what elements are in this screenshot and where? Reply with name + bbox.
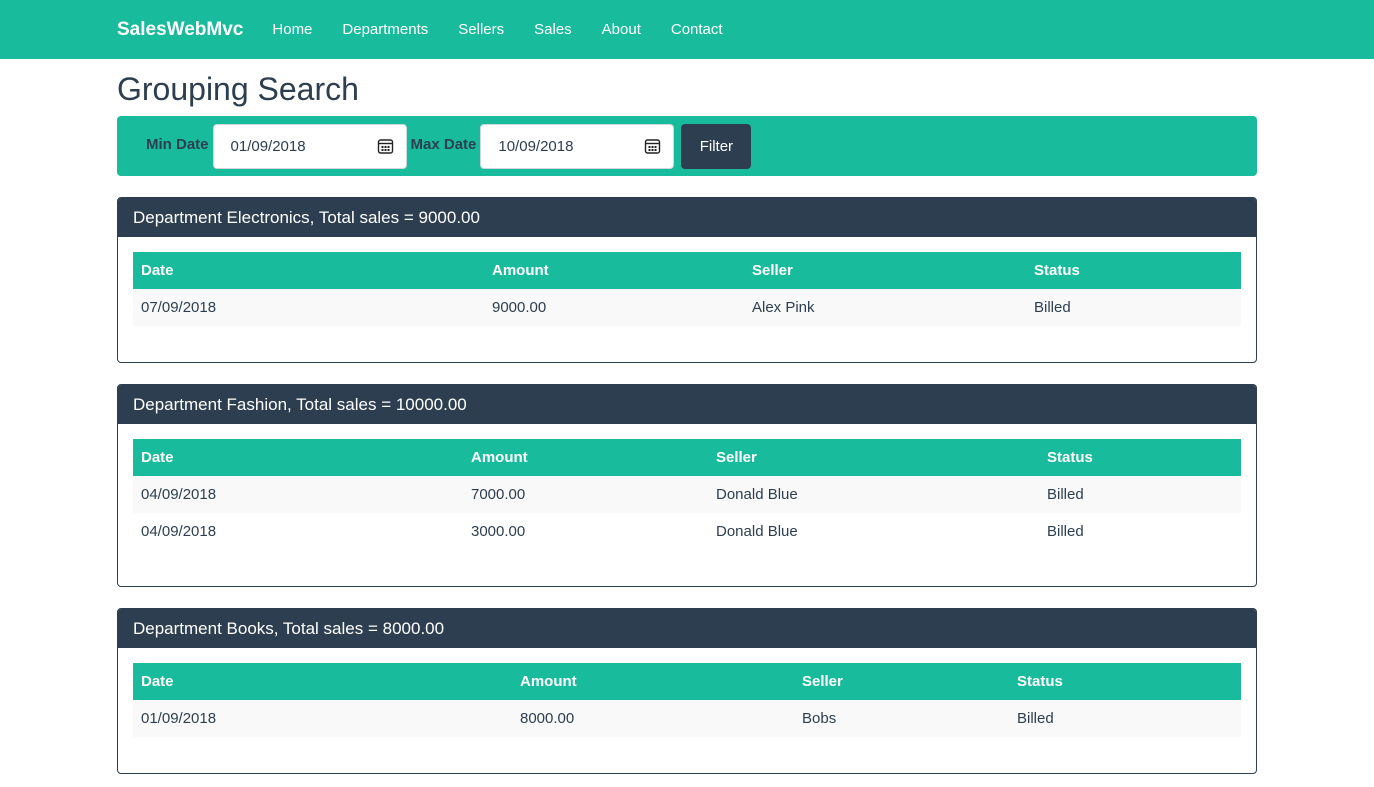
header-date: Date — [141, 262, 174, 279]
table-row: 04/09/2018 3000.00 Donald Blue Billed — [133, 513, 1241, 550]
nav-link-sales[interactable]: Sales — [519, 21, 587, 38]
page-title: Grouping Search — [117, 71, 359, 107]
filter-button[interactable]: Filter — [681, 123, 752, 169]
cell-date: 07/09/2018 — [141, 299, 217, 316]
cell-status: Billed — [1047, 523, 1084, 540]
panel-heading: Department Books, Total sales = 8000.00 — [118, 609, 1256, 648]
calendar-icon[interactable] — [377, 138, 394, 154]
cell-amount: 7000.00 — [471, 486, 526, 503]
cell-seller: Donald Blue — [716, 523, 798, 540]
department-panel: Department Electronics, Total sales = 90… — [117, 197, 1257, 363]
cell-seller: Alex Pink — [752, 299, 815, 316]
min-date-input[interactable]: 01/09/2018 — [212, 123, 407, 169]
min-date-value: 01/09/2018 — [230, 137, 306, 155]
main-container: Grouping Search Min Date 01/09/2018 Max … — [117, 59, 1257, 774]
nav-link-home[interactable]: Home — [257, 21, 327, 38]
cell-date: 04/09/2018 — [141, 523, 217, 540]
filter-form: Min Date 01/09/2018 Max Date 10/09/2018 … — [117, 116, 1257, 176]
header-amount: Amount — [492, 262, 549, 279]
sales-table: Date Amount Seller Status 07/09/2018 900… — [133, 252, 1241, 326]
table-header-row: Date Amount Seller Status — [133, 252, 1241, 289]
table-row: 01/09/2018 8000.00 Bobs Billed — [133, 700, 1241, 737]
nav-link-about[interactable]: About — [587, 21, 656, 38]
table-header-row: Date Amount Seller Status — [133, 439, 1241, 476]
cell-status: Billed — [1047, 486, 1084, 503]
panel-body: Date Amount Seller Status 07/09/2018 900… — [118, 237, 1256, 362]
header-seller: Seller — [802, 673, 843, 690]
cell-status: Billed — [1034, 299, 1071, 316]
max-date-value: 10/09/2018 — [498, 137, 574, 155]
header-seller: Seller — [716, 449, 757, 466]
panel-body: Date Amount Seller Status 04/09/2018 700… — [118, 424, 1256, 586]
nav-link-sellers[interactable]: Sellers — [443, 21, 519, 38]
table-header-row: Date Amount Seller Status — [133, 663, 1241, 700]
department-panel: Department Fashion, Total sales = 10000.… — [117, 384, 1257, 587]
max-date-input[interactable]: 10/09/2018 — [480, 123, 675, 169]
nav-link-contact[interactable]: Contact — [656, 21, 738, 38]
sales-table: Date Amount Seller Status 04/09/2018 700… — [133, 439, 1241, 550]
header-amount: Amount — [471, 449, 528, 466]
cell-amount: 3000.00 — [471, 523, 526, 540]
header-status: Status — [1047, 449, 1093, 466]
cell-amount: 9000.00 — [492, 299, 547, 316]
cell-amount: 8000.00 — [520, 710, 575, 727]
cell-seller: Donald Blue — [716, 486, 798, 503]
header-seller: Seller — [752, 262, 793, 279]
panel-body: Date Amount Seller Status 01/09/2018 800… — [118, 648, 1256, 773]
department-panel: Department Books, Total sales = 8000.00 … — [117, 608, 1257, 774]
header-status: Status — [1034, 262, 1080, 279]
table-row: 04/09/2018 7000.00 Donald Blue Billed — [133, 476, 1241, 513]
panel-heading: Department Fashion, Total sales = 10000.… — [118, 385, 1256, 424]
header-date: Date — [141, 449, 174, 466]
cell-date: 01/09/2018 — [141, 710, 217, 727]
cell-date: 04/09/2018 — [141, 486, 217, 503]
navbar: SalesWebMvc Home Departments Sellers Sal… — [0, 0, 1374, 59]
min-date-label: Min Date — [146, 135, 209, 153]
panel-heading: Department Electronics, Total sales = 90… — [118, 198, 1256, 237]
max-date-label: Max Date — [410, 135, 477, 153]
header-status: Status — [1017, 673, 1063, 690]
header-amount: Amount — [520, 673, 577, 690]
sales-table: Date Amount Seller Status 01/09/2018 800… — [133, 663, 1241, 737]
header-date: Date — [141, 673, 174, 690]
brand-link[interactable]: SalesWebMvc — [117, 19, 243, 41]
table-row: 07/09/2018 9000.00 Alex Pink Billed — [133, 289, 1241, 326]
nav-link-departments[interactable]: Departments — [327, 21, 443, 38]
calendar-icon[interactable] — [644, 138, 661, 154]
cell-seller: Bobs — [802, 710, 837, 727]
cell-status: Billed — [1017, 710, 1054, 727]
